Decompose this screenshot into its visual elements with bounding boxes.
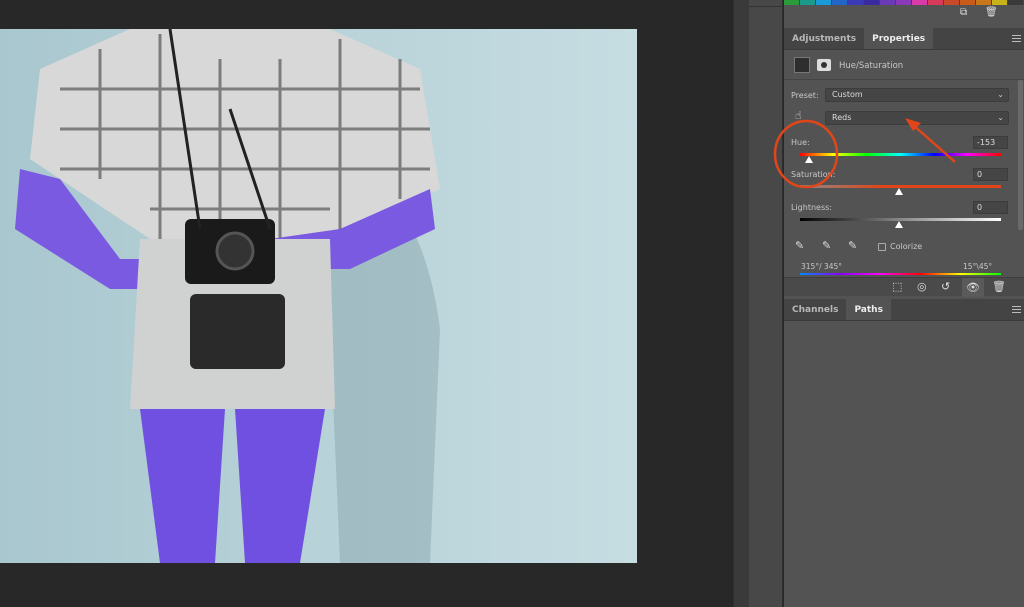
annotation-circle (773, 119, 839, 189)
annotation-overlay (773, 118, 956, 189)
annotation-arrow (911, 123, 956, 163)
